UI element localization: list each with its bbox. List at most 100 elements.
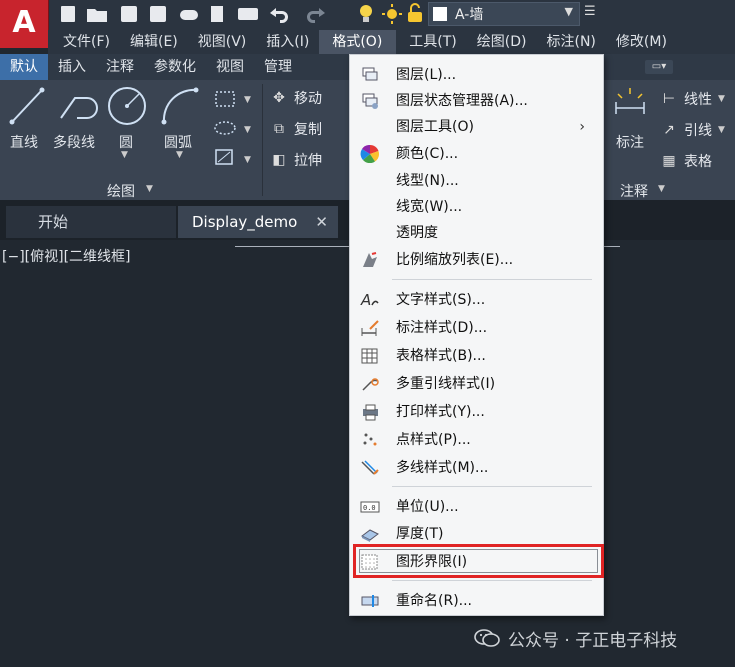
circle-tool-label[interactable]: 圆 [119, 132, 133, 152]
svg-text:▼: ▼ [244, 95, 251, 105]
menu-item-rename[interactable]: 重命名(R)... [350, 588, 603, 614]
menu-item-layer[interactable]: 图层(L)... [350, 62, 603, 88]
print-icon [238, 8, 258, 20]
app-logo-button[interactable]: A [0, 0, 49, 48]
menu-item-transparency[interactable]: 透明度 [350, 220, 603, 246]
color-wheel-icon [360, 145, 380, 163]
tab-display-demo[interactable]: Display_demo ✕ [178, 206, 338, 238]
menu-format[interactable]: 格式(O) [319, 30, 397, 54]
ellipse-icon [214, 121, 236, 135]
sun-icon[interactable] [382, 4, 402, 24]
tab-default[interactable]: 默认 [0, 54, 48, 80]
arc-tool-label[interactable]: 圆弧 [164, 132, 192, 152]
thickness-icon [361, 529, 379, 542]
chevron-down-icon: ▼ [718, 94, 725, 104]
polyline-tool-icon[interactable] [55, 84, 105, 128]
linear-dimension-icon: ⊢ [662, 91, 676, 107]
customize-qat-icon[interactable]: ☰ [584, 4, 596, 19]
tab-parametric[interactable]: 参数化 [144, 54, 206, 80]
menu-item-mleader-style[interactable]: 多重引线样式(I) [350, 371, 603, 397]
move-button[interactable]: ✥ 移动 [270, 88, 322, 108]
draw-panel-expand-icon[interactable]: ▼ [146, 184, 153, 194]
unlock-icon[interactable] [406, 3, 424, 23]
plot-style-icon [363, 404, 378, 421]
svg-text:▼: ▼ [244, 125, 251, 135]
svg-text:▼: ▼ [244, 155, 251, 165]
tab-manage[interactable]: 管理 [254, 54, 302, 80]
leader-icon: ↗ [663, 122, 675, 138]
menu-edit[interactable]: 编辑(E) [120, 30, 188, 54]
menu-view[interactable]: 视图(V) [188, 30, 257, 54]
menu-item-color[interactable]: 颜色(C)... [350, 141, 603, 167]
menu-file[interactable]: 文件(F) [48, 30, 120, 54]
tab-start[interactable]: 开始 [6, 206, 176, 238]
menu-item-linetype[interactable]: 线型(N)... [350, 168, 603, 194]
table-label: 表格 [684, 154, 712, 170]
annotation-panel-title[interactable]: 注释 [620, 181, 648, 201]
arc-dropdown-icon[interactable]: ▼ [176, 150, 183, 160]
scale-list-icon [363, 252, 377, 267]
dimension-label[interactable]: 标注 [616, 132, 644, 152]
stretch-button[interactable]: ◧ 拉伸 [270, 150, 322, 170]
menu-tools[interactable]: 工具(T) [396, 30, 466, 54]
layer-combo[interactable]: A-墙 ▼ [428, 2, 580, 26]
menu-item-table-style[interactable]: 表格样式(B)... [350, 343, 603, 369]
draw-panel-title[interactable]: 绘图 [107, 181, 135, 201]
menu-item-multiline-style[interactable]: 多线样式(M)... [350, 455, 603, 481]
menu-item-point-style[interactable]: 点样式(P)... [350, 427, 603, 453]
lightbulb-icon[interactable] [358, 4, 374, 24]
move-label: 移动 [294, 91, 322, 107]
watermark: 公众号 · 子正电子科技 [474, 625, 677, 651]
menu-draw[interactable]: 绘图(D) [467, 30, 537, 54]
menu-dimension[interactable]: 标注(N) [537, 30, 606, 54]
menu-item-lineweight[interactable]: 线宽(W)... [350, 194, 603, 220]
draw-small-tools[interactable]: ▼ ▼ ▼ [212, 88, 256, 168]
linear-dimension-button[interactable]: ⊢ 线性 ▼ [660, 89, 725, 109]
tab-annotate[interactable]: 注释 [96, 54, 144, 80]
menu-separator [392, 279, 592, 280]
circle-dropdown-icon[interactable]: ▼ [121, 150, 128, 160]
format-menu-dropdown: 图层(L)... 图层状态管理器(A)... 图层工具(O) › 颜色(C)..… [349, 54, 604, 616]
menu-bar: 文件(F) 编辑(E) 视图(V) 插入(I) 格式(O) 工具(T) 绘图(D… [48, 30, 735, 54]
undo-icon [270, 8, 288, 23]
ribbon-options-button[interactable]: ▭▾ [645, 60, 673, 74]
circle-tool-icon[interactable] [105, 84, 149, 128]
dim-style-icon [361, 320, 379, 336]
table-button[interactable]: ▦ 表格 [660, 151, 712, 171]
viewport-controls[interactable]: [−][俯视][二维线框] [2, 246, 131, 266]
tab-display-demo-label: Display_demo [192, 213, 298, 231]
table-icon: ▦ [662, 153, 676, 169]
svg-text:A: A [360, 291, 371, 309]
linear-label: 线性 [684, 92, 712, 108]
menu-item-layer-state-manager[interactable]: 图层状态管理器(A)... [350, 88, 603, 114]
line-tool-icon[interactable] [4, 84, 48, 128]
svg-text:0.0: 0.0 [363, 504, 376, 512]
panel-divider [262, 84, 263, 196]
annotation-panel-expand-icon[interactable]: ▼ [658, 184, 665, 194]
menu-item-text-style[interactable]: A 文字样式(S)... [350, 287, 603, 313]
dimension-icon[interactable] [612, 84, 648, 128]
menu-item-plot-style[interactable]: 打印样式(Y)... [350, 399, 603, 425]
redo-icon [307, 8, 325, 23]
arc-tool-icon[interactable] [158, 84, 202, 128]
menu-item-dimension-style[interactable]: 标注样式(D)... [350, 315, 603, 341]
tab-view[interactable]: 视图 [206, 54, 254, 80]
menu-item-scale-list[interactable]: 比例缩放列表(E)... [350, 247, 603, 273]
menu-item-units[interactable]: 0.0 单位(U)... [350, 494, 603, 520]
tab-insert[interactable]: 插入 [48, 54, 96, 80]
leader-button[interactable]: ↗ 引线 ▼ [660, 120, 725, 140]
copy-label: 复制 [294, 122, 322, 138]
menu-item-layer-tools[interactable]: 图层工具(O) › [350, 114, 603, 140]
layer-color-swatch [433, 7, 447, 21]
menu-modify[interactable]: 修改(M) [606, 30, 677, 54]
menu-separator [392, 580, 592, 581]
close-icon[interactable]: ✕ [315, 206, 328, 238]
table-style-icon [361, 348, 378, 364]
stretch-icon: ◧ [272, 152, 286, 168]
polyline-tool-label[interactable]: 多段线 [53, 132, 95, 152]
menu-insert[interactable]: 插入(I) [256, 30, 319, 54]
save-icon [121, 6, 137, 22]
move-icon: ✥ [273, 90, 285, 106]
copy-button[interactable]: ⧉ 复制 [270, 119, 322, 139]
line-tool-label[interactable]: 直线 [10, 132, 38, 152]
